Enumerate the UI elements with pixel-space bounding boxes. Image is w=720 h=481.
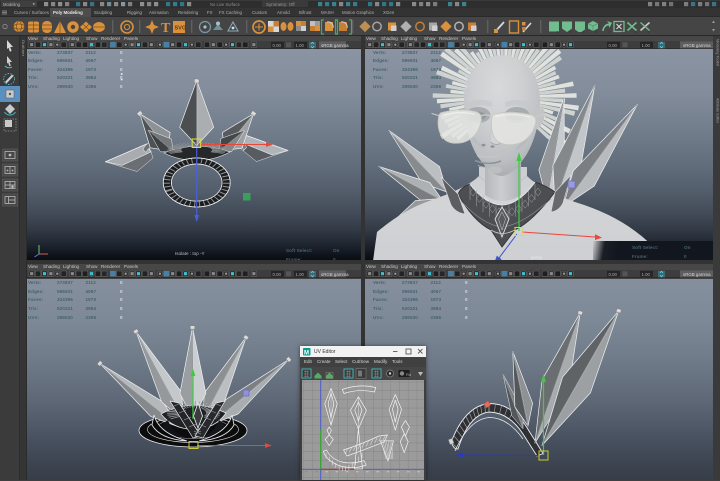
svg-text:x: x [596,29,598,34]
svg-text:1.00: 1.00 [296,43,305,48]
svg-text:x: x [622,29,624,34]
svg-text:x: x [557,29,559,34]
svg-text:+: + [6,168,9,174]
svg-text:+: + [11,168,14,174]
svg-text:x: x [583,29,585,34]
svg-text:1.00: 1.00 [296,272,305,277]
svg-text:sRGB gamma: sRGB gamma [321,272,349,277]
svg-text:1.00: 1.00 [642,272,651,277]
svg-text:0.00: 0.00 [609,272,618,277]
svg-text:No Live Surface: No Live Surface [210,2,240,7]
svg-text:M: M [304,350,309,356]
svg-text:x: x [570,29,572,34]
svg-text:x: x [609,29,611,34]
svg-text:SVG: SVG [175,26,187,32]
svg-text:sRGB gamma: sRGB gamma [683,43,711,48]
svg-text:Modeling: Modeling [3,2,21,7]
svg-text:Rd: Rd [406,372,411,377]
svg-text:1.00: 1.00 [642,43,651,48]
svg-text:0.00: 0.00 [273,43,282,48]
svg-text:x: x [648,29,650,34]
svg-text:sRGB gamma: sRGB gamma [683,272,711,277]
svg-text:T: T [161,21,171,36]
svg-text:x: x [635,29,637,34]
svg-text:0.00: 0.00 [609,43,618,48]
svg-text:sRGB gamma: sRGB gamma [321,43,349,48]
svg-text:0.00: 0.00 [273,272,282,277]
svg-text:Symmetry: Off: Symmetry: Off [266,2,295,7]
